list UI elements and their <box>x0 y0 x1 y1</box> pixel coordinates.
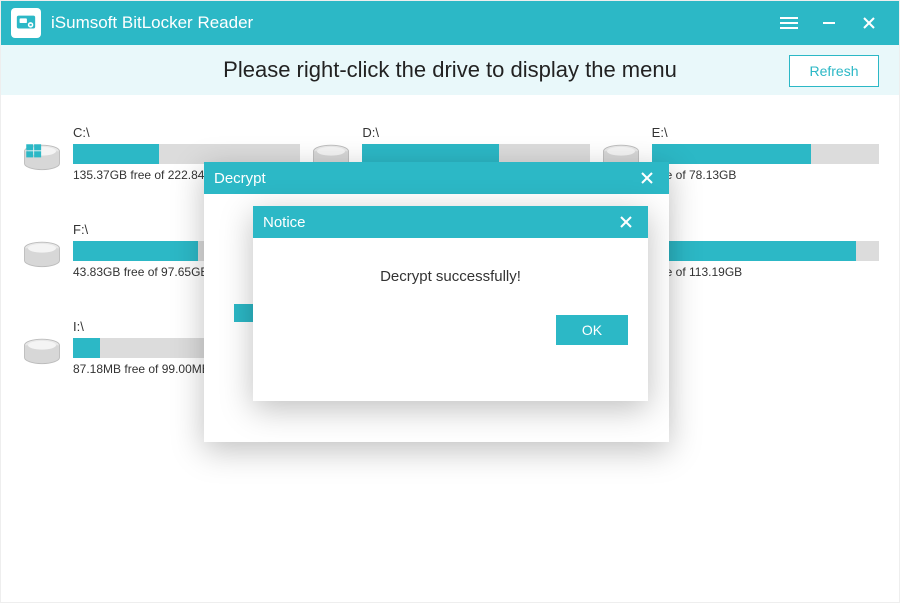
title-bar: iSumsoft BitLocker Reader <box>1 1 899 45</box>
drive-icon <box>21 236 63 278</box>
refresh-button[interactable]: Refresh <box>789 55 879 87</box>
notice-close-icon[interactable] <box>614 210 638 234</box>
notice-dialog-header[interactable]: Notice <box>253 206 648 238</box>
notice-message: Decrypt successfully! <box>253 238 648 305</box>
decrypt-dialog-header[interactable]: Decrypt <box>204 162 669 194</box>
drive-usage-bar <box>73 144 300 164</box>
drive-icon <box>21 333 63 375</box>
menu-button[interactable] <box>769 1 809 45</box>
drive-label: D:\ <box>362 125 589 140</box>
drive-label: C:\ <box>73 125 300 140</box>
decrypt-close-icon[interactable] <box>635 166 659 190</box>
close-button[interactable] <box>849 1 889 45</box>
drive-label: E:\ <box>652 125 879 140</box>
notice-dialog-title: Notice <box>263 214 306 231</box>
drive-usage-bar <box>652 241 879 261</box>
drive-icon <box>21 139 63 181</box>
instruction-text: Please right-click the drive to display … <box>223 57 677 83</box>
app-title: iSumsoft BitLocker Reader <box>51 13 253 33</box>
drive-free-text: free of 113.19GB <box>652 265 879 279</box>
ok-button[interactable]: OK <box>556 315 628 345</box>
notice-dialog: Notice Decrypt successfully! OK <box>253 206 648 401</box>
app-icon <box>11 8 41 38</box>
instruction-bar: Please right-click the drive to display … <box>1 45 899 95</box>
drive-usage-bar <box>362 144 589 164</box>
drive-usage-bar <box>652 144 879 164</box>
drive-free-text: free of 78.13GB <box>652 168 879 182</box>
drive-label: H:\ <box>652 222 879 237</box>
decrypt-dialog-title: Decrypt <box>214 170 266 187</box>
minimize-button[interactable] <box>809 1 849 45</box>
